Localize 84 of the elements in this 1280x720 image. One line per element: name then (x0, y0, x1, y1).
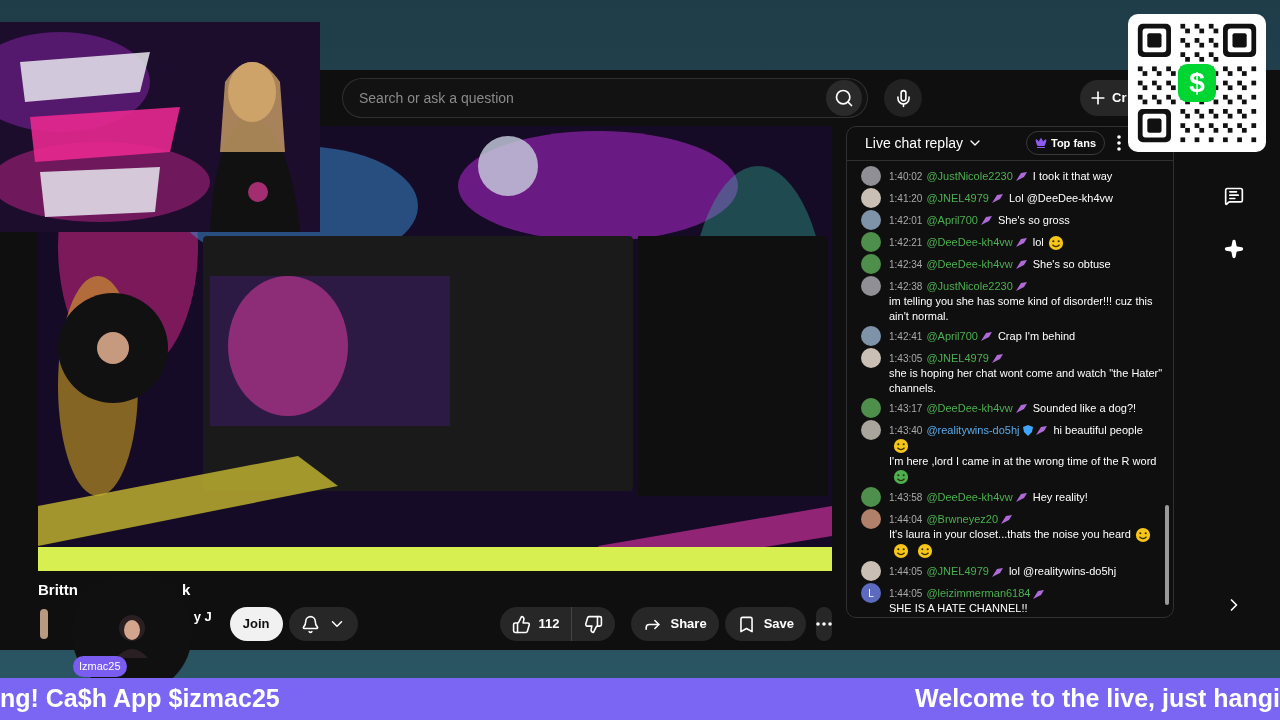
message-time: 1:42:01 (889, 214, 923, 226)
notifications-button[interactable] (288, 607, 358, 641)
thumbs-down-icon (584, 614, 604, 634)
chat-username[interactable]: @DeeDee-kh4vw (926, 490, 1013, 503)
chat-username[interactable]: @leizimmerman6184 (926, 587, 1031, 599)
message-text: Crap I'm behind (997, 328, 1076, 344)
bell-icon (300, 614, 320, 634)
member-badge-icon (1014, 492, 1028, 504)
chat-icon[interactable] (1224, 186, 1244, 206)
message-text: I took it that way (1032, 168, 1113, 184)
message-text: hi beautiful people (1053, 422, 1143, 438)
voice-search-button[interactable] (884, 79, 922, 117)
member-badge-icon (1035, 425, 1049, 437)
scrollbar-thumb[interactable] (1165, 504, 1169, 605)
more-actions-button[interactable] (816, 607, 832, 641)
chat-username[interactable]: @JNEL4979 (926, 191, 989, 204)
message-text: She's so obtuse (1032, 256, 1111, 272)
member-badge-icon (1014, 403, 1028, 415)
thumbs-up-icon (511, 614, 531, 634)
message-text: She's so gross (997, 212, 1070, 228)
message-time: 1:44:05 (889, 588, 923, 599)
chat-username[interactable]: @April700 (926, 329, 978, 342)
message-time: 1:42:41 (889, 330, 923, 342)
chat-username[interactable]: @JustNicole2230 (926, 169, 1013, 182)
message-text: im telling you she has some kind of disorder!!! cuz this ain't normal. (889, 293, 1154, 324)
member-badge-icon (990, 353, 1004, 365)
message-time: 1:42:38 (889, 280, 923, 292)
message-time: 1:43:58 (889, 491, 923, 503)
chat-username[interactable]: @Brwneyez20 (926, 512, 999, 525)
video-title: Brittn (38, 579, 78, 600)
message-text: I'm here ,lord I came in at the wrong time of the R word (889, 453, 1157, 469)
member-badge-icon (1014, 171, 1028, 183)
member-badge-icon (990, 566, 1004, 578)
channel-name[interactable]: y J (193, 607, 212, 627)
chat-username[interactable]: @DeeDee-kh4vw (926, 401, 1013, 414)
avatar-letter: L (868, 586, 874, 601)
message-text: Hey reality! (1032, 489, 1088, 505)
chat-username[interactable]: @realitywins-do5hj (926, 423, 1020, 436)
sparkle-icon[interactable] (1224, 239, 1244, 259)
chat-username[interactable]: @JustNicole2230 (926, 279, 1013, 292)
ticker-text: ng! Ca$h App $izmac25 (0, 683, 280, 715)
join-button[interactable]: Join (229, 607, 283, 641)
camera-label: Izmac25 (73, 656, 127, 677)
chat-username[interactable]: @April700 (926, 213, 978, 226)
message-time: 1:40:02 (889, 170, 923, 182)
share-button[interactable]: Share (631, 607, 719, 641)
message-text: Lol @DeeDee-kh4vw (1008, 190, 1114, 206)
chat-username[interactable]: @DeeDee-kh4vw (926, 257, 1013, 270)
message-time: 1:44:05 (889, 566, 923, 577)
moderator-icon (1023, 425, 1034, 437)
crown-icon (1035, 137, 1047, 150)
message-time: 1:43:40 (889, 424, 923, 436)
member-badge-icon (1032, 588, 1046, 600)
message-text: Sounded like a dog?! (1032, 400, 1137, 416)
chat-mode-dropdown[interactable]: Live chat replay (865, 132, 984, 154)
message-time: 1:44:04 (889, 513, 923, 525)
cash-app-logo: $ (1178, 64, 1216, 102)
chat-username[interactable]: @JNEL4979 (926, 351, 989, 364)
ticker-text: Welcome to the live, just hangi (915, 683, 1280, 715)
member-badge-icon (979, 331, 993, 343)
message-time: 1:41:20 (889, 192, 923, 204)
message-time: 1:43:05 (889, 352, 923, 364)
create-button[interactable]: Cr (1080, 80, 1129, 116)
save-button[interactable]: Save (724, 607, 806, 641)
message-text: SHE IS A HATE CHANNEL!! (889, 601, 1028, 616)
message-time: 1:42:34 (889, 258, 923, 270)
member-badge-icon (990, 193, 1004, 205)
channel-avatar[interactable] (40, 609, 48, 639)
member-badge-icon (979, 215, 993, 227)
more-icon[interactable] (1117, 135, 1121, 152)
message-time: 1:43:17 (889, 402, 923, 414)
chat-username[interactable]: @JNEL4979 (926, 565, 989, 577)
member-badge-icon (1014, 281, 1028, 293)
video-title: k (182, 579, 191, 600)
message-text: lol (1032, 234, 1044, 250)
message-text: lol @realitywins-do5hj (1008, 564, 1117, 579)
more-icon (816, 622, 832, 626)
member-badge-icon (1000, 514, 1014, 526)
message-time: 1:42:21 (889, 236, 923, 248)
member-badge-icon (1014, 259, 1028, 271)
message-text: It's laura in your closet...thats the noise you heard (889, 526, 1131, 542)
message-text: she is hoping her chat wont come and watch "the Hater" channels. (889, 365, 1163, 396)
member-badge-icon (1014, 237, 1028, 249)
chat-username[interactable]: @DeeDee-kh4vw (926, 235, 1013, 248)
